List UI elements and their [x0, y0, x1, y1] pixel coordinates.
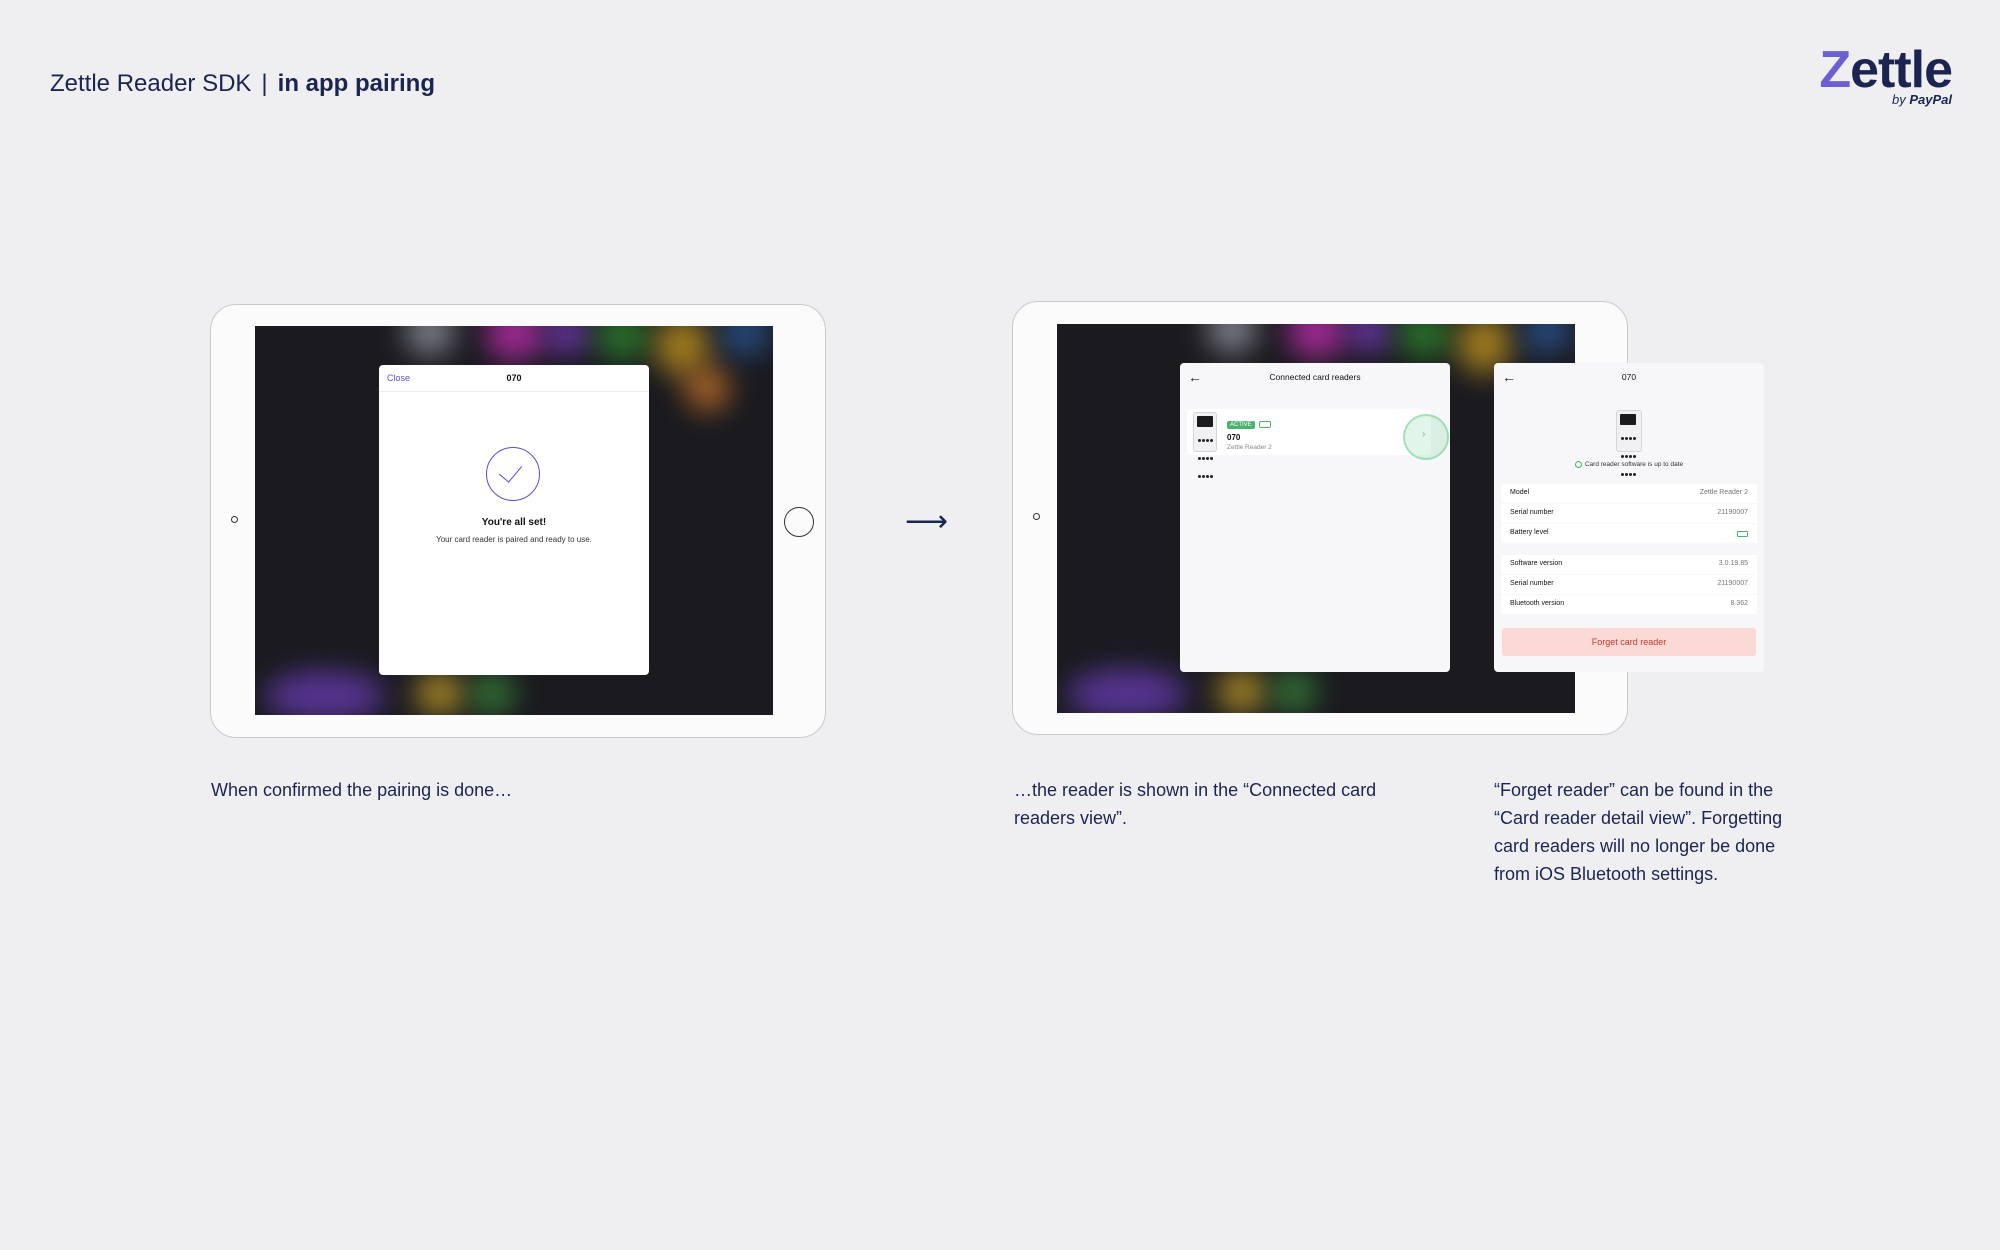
detail-row-bluetooth: Bluetooth version 8.362: [1501, 595, 1757, 614]
detail-row-battery: Battery level: [1501, 524, 1757, 543]
blurred-tile: [265, 671, 385, 715]
panel-title: 070: [1621, 372, 1637, 382]
logo-by: by: [1891, 92, 1906, 107]
blurred-tile: [1217, 669, 1267, 713]
tablet-pairing-done: Close 070 You're all set! Your card read…: [210, 304, 826, 738]
blurred-tile: [1522, 324, 1572, 354]
blurred-tile: [1067, 669, 1187, 713]
battery-icon: [1259, 421, 1271, 428]
blurred-tile: [485, 326, 545, 361]
logo-word: ettle: [1850, 41, 1953, 99]
check-circle-icon: [1574, 461, 1582, 468]
detail-row-software: Software version 3.0.19.85: [1501, 555, 1757, 574]
tablet-screen: Close 070 You're all set! Your card read…: [255, 326, 773, 715]
battery-icon: [1737, 531, 1748, 537]
pairing-success-modal: Close 070 You're all set! Your card read…: [379, 365, 649, 675]
logo-paypal: PayPal: [1909, 92, 1952, 107]
blurred-tile: [470, 671, 515, 715]
title-separator: |: [261, 70, 268, 97]
blurred-tile: [405, 326, 455, 356]
panel-title: Connected card readers: [1269, 372, 1361, 382]
reader-model: Zettle Reader 2: [1227, 444, 1272, 451]
forget-reader-button[interactable]: Forget card reader: [1502, 628, 1756, 656]
checkmark-icon: [486, 447, 540, 501]
blurred-tile: [685, 366, 730, 411]
card-reader-icon: [1193, 412, 1217, 478]
card-reader-icon: [1616, 410, 1642, 476]
zettle-logo: Zettle by PayPal: [1819, 41, 1953, 107]
blurred-tile: [1397, 324, 1452, 359]
blurred-tile: [545, 326, 590, 356]
reader-list-item[interactable]: ACTIVE 070 Zettle Reader 2: [1187, 409, 1431, 478]
title-bold: in app pairing: [277, 70, 435, 97]
reader-name: 070: [1227, 433, 1241, 442]
status-badge: ACTIVE: [1227, 421, 1255, 429]
page-title: Zettle Reader SDK | in app pairing: [50, 70, 435, 98]
caption-pairing-done: When confirmed the pairing is done…: [211, 780, 513, 800]
arrow-right-icon: ⟶: [905, 505, 949, 538]
blurred-tile: [1347, 324, 1392, 354]
camera-icon: [1033, 513, 1040, 520]
title-light: Zettle Reader SDK: [50, 70, 252, 97]
chevron-right-icon[interactable]: ›: [1422, 429, 1425, 440]
success-message: Your card reader is paired and ready to …: [436, 535, 592, 544]
blurred-tile: [1272, 669, 1317, 713]
blurred-tile: [1207, 324, 1257, 354]
firmware-status: Card reader software is up to date: [1494, 461, 1764, 468]
blurred-tile: [720, 326, 770, 356]
firmware-status-text: Card reader software is up to date: [1584, 461, 1684, 469]
modal-title: 070: [506, 373, 522, 383]
detail-row-model: Model Zettle Reader 2: [1501, 484, 1757, 503]
reader-detail-panel: ← 070 Card reader software is up to date…: [1494, 363, 1764, 672]
caption-forget-reader: “Forget reader” can be found in the “Car…: [1494, 780, 1783, 884]
caption-connected-readers: …the reader is shown in the “Connected c…: [1014, 780, 1377, 828]
logo-z: Z: [1819, 41, 1851, 99]
blurred-tile: [415, 671, 465, 715]
blurred-tile: [1287, 324, 1347, 359]
home-button-icon: [784, 507, 814, 537]
camera-icon: [231, 516, 238, 523]
detail-row-serial-2: Serial number 21190007: [1501, 575, 1757, 594]
success-heading: You're all set!: [481, 517, 547, 528]
blurred-tile: [595, 326, 650, 361]
tap-indicator: ›: [1403, 414, 1449, 460]
connected-readers-panel: ← Connected card readers ACTIVE 070 Zett…: [1180, 363, 1450, 672]
detail-row-serial: Serial number 21190007: [1501, 504, 1757, 523]
modal-header: Close 070: [379, 365, 649, 392]
